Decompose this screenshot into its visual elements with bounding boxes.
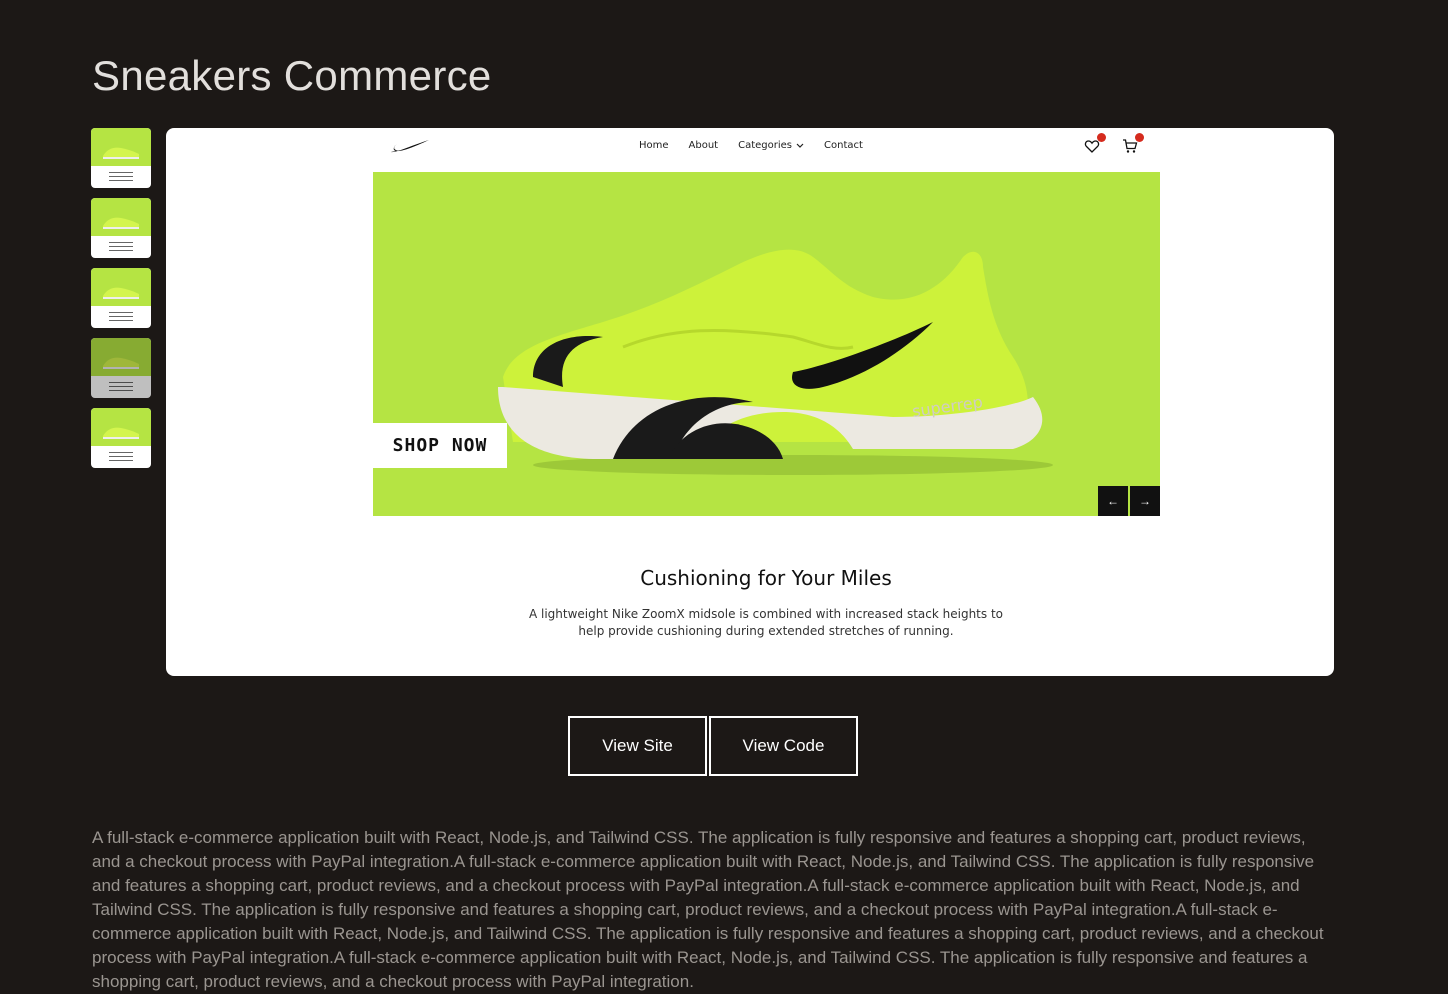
- thumbnail-3[interactable]: [91, 268, 151, 328]
- chevron-down-icon: [796, 143, 804, 148]
- arrow-right-icon: →: [1139, 494, 1151, 508]
- shoe-thumbnail-icon: [103, 147, 139, 159]
- shop-now-button[interactable]: SHOP NOW: [373, 423, 507, 468]
- thumbnail-4[interactable]: [91, 338, 151, 398]
- nav-link-categories[interactable]: Categories: [738, 140, 804, 151]
- preview-navbar: Home About Categories Contact: [166, 128, 1334, 168]
- arrow-left-icon: ←: [1107, 494, 1119, 508]
- nav-link-about[interactable]: About: [689, 140, 719, 151]
- nav-link-home[interactable]: Home: [639, 140, 669, 151]
- preview-nav-links: Home About Categories Contact: [639, 140, 863, 151]
- next-slide-button[interactable]: →: [1130, 486, 1160, 516]
- cart-button[interactable]: [1122, 133, 1144, 154]
- prev-slide-button[interactable]: ←: [1098, 486, 1128, 516]
- project-description: A full-stack e-commerce application buil…: [92, 828, 1324, 991]
- shoe-thumbnail-icon: [103, 427, 139, 439]
- nike-logo-icon: [391, 140, 429, 153]
- sneaker-image: superrep: [498, 249, 1053, 475]
- cart-badge: [1135, 133, 1144, 142]
- view-code-button[interactable]: View Code: [709, 716, 858, 776]
- thumbnail-1[interactable]: [91, 128, 151, 188]
- preview-description: A lightweight Nike ZoomX midsole is comb…: [528, 607, 1004, 638]
- thumbnail-list: [91, 128, 151, 478]
- hero-banner: superrep SHOP NOW ← →: [373, 172, 1160, 516]
- shoe-thumbnail-icon: [103, 357, 139, 369]
- wishlist-button[interactable]: [1084, 133, 1106, 154]
- shoe-thumbnail-icon: [103, 217, 139, 229]
- nav-link-contact[interactable]: Contact: [824, 140, 863, 151]
- thumbnail-2[interactable]: [91, 198, 151, 258]
- thumbnail-5[interactable]: [91, 408, 151, 468]
- wishlist-badge: [1097, 133, 1106, 142]
- project-actions: View Site View Code: [568, 716, 858, 776]
- page-title: Sneakers Commerce: [92, 52, 492, 99]
- view-site-button[interactable]: View Site: [568, 716, 707, 776]
- preview-heading: Cushioning for Your Miles: [640, 566, 892, 590]
- shoe-thumbnail-icon: [103, 287, 139, 299]
- nav-link-categories-label: Categories: [738, 140, 793, 151]
- site-preview: Home About Categories Contact superrep S…: [166, 128, 1334, 676]
